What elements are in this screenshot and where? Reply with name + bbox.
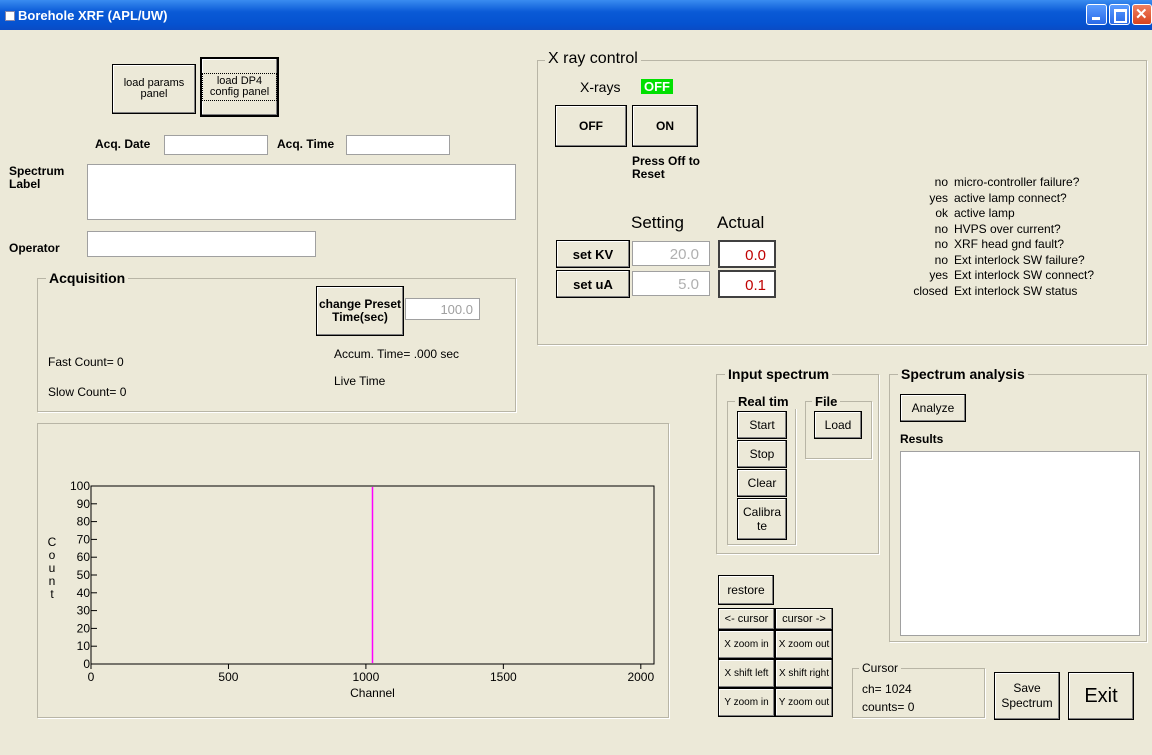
y-tick-label: 100 (70, 479, 90, 493)
spectrum-analysis-title: Spectrum analysis (898, 366, 1028, 382)
input-spectrum-title: Input spectrum (725, 366, 833, 382)
status-active-lamp: ok active lamp (935, 206, 1015, 220)
actual-header: Actual (717, 213, 765, 232)
set-kv-button[interactable]: set KV (556, 240, 630, 268)
acquisition-title: Acquisition (46, 270, 129, 286)
y-tick-label: 40 (77, 586, 91, 600)
ua-actual-value: 0.1 (718, 270, 776, 298)
operator-label: Operator (9, 241, 60, 255)
cursor-right-button[interactable]: cursor -> (775, 608, 833, 630)
acq-time-field[interactable] (346, 135, 450, 155)
status-micro-controller: no micro-controller failure? (934, 175, 1080, 189)
status-ext-interlock-status: closed Ext interlock SW status (913, 283, 1078, 298)
minimize-icon (1092, 17, 1100, 20)
y-tick-label: 10 (77, 639, 91, 653)
x-tick-label: 500 (218, 670, 238, 684)
cursor-left-button[interactable]: <- cursor (718, 608, 775, 630)
setting-header: Setting (631, 213, 684, 232)
spectrum-chart[interactable]: 0 500 1000 1500 2000 0 10 20 30 40 50 60 70 80 90 100 Ch… (37, 423, 669, 718)
acq-date-label: Acq. Date (95, 137, 151, 151)
live-time: Live Time (334, 374, 386, 388)
y-tick-label: 60 (77, 550, 91, 564)
xray-status-list: no micro-controller failure? yes active la… (868, 175, 1130, 299)
y-zoom-in-button[interactable]: Y zoom in (718, 688, 775, 717)
calibrate-button[interactable]: Calibra te (737, 498, 787, 540)
accum-time: Accum. Time= .000 sec (334, 347, 460, 361)
y-zoom-out-button[interactable]: Y zoom out (775, 688, 833, 717)
analyze-button[interactable]: Analyze (900, 394, 966, 422)
y-tick-label: 30 (77, 604, 91, 618)
y-tick-label: 70 (77, 532, 91, 546)
xrays-status-indicator: OFF (641, 79, 673, 94)
x-zoom-out-button[interactable]: X zoom out (775, 630, 833, 659)
y-axis-label-char: n (49, 574, 56, 588)
status-ext-interlock-failure: no Ext interlock SW failure? (934, 252, 1085, 267)
x-zoom-in-button[interactable]: X zoom in (718, 630, 775, 659)
x-tick-label: 1000 (353, 670, 380, 684)
x-tick-label: 0 (88, 670, 95, 684)
close-button[interactable]: ✕ (1132, 4, 1152, 25)
set-ua-button[interactable]: set uA (556, 270, 630, 298)
xray-on-button[interactable]: ON (632, 105, 698, 147)
status-xrf-head-gnd: no XRF head gnd fault? (934, 237, 1065, 251)
y-tick-label: 20 (77, 621, 91, 635)
press-off-reset-note: Press Off to Reset (632, 154, 701, 181)
start-button[interactable]: Start (737, 411, 787, 439)
save-spectrum-button[interactable]: Save Spectrum (994, 672, 1060, 720)
y-axis-label-char: u (49, 561, 56, 575)
preset-time-field[interactable]: 100.0 (405, 298, 480, 320)
x-shift-left-button[interactable]: X shift left (718, 659, 775, 688)
realtime-title: Real tim (735, 394, 799, 409)
y-tick-label: 90 (77, 497, 91, 511)
x-shift-right-button[interactable]: X shift right (775, 659, 833, 688)
maximize-icon (1114, 9, 1127, 23)
cursor-counts: counts= 0 (862, 700, 915, 714)
load-params-button[interactable]: load params panel (112, 64, 196, 114)
xrays-label: X-rays (580, 79, 621, 95)
status-ext-interlock-connect: yes Ext interlock SW connect? (929, 268, 1095, 282)
load-dp4-config-button[interactable]: load DP4 config panel (200, 57, 279, 117)
status-hvps-overcurrent: no HVPS over current? (934, 221, 1061, 236)
change-preset-button[interactable]: change Preset Time(sec) (316, 286, 404, 336)
ua-setting-field[interactable]: 5.0 (632, 271, 710, 296)
spectrum-label-label: Spectrum Label (9, 164, 65, 191)
title-bar[interactable] (0, 0, 1152, 30)
kv-actual-value: 0.0 (718, 240, 776, 268)
file-title: File (812, 394, 841, 409)
xray-off-button[interactable]: OFF (555, 105, 627, 147)
maximize-button[interactable] (1109, 4, 1130, 25)
y-axis-label-char: C (48, 535, 57, 549)
load-button[interactable]: Load (814, 411, 862, 439)
y-tick-label: 50 (77, 568, 91, 582)
clear-button[interactable]: Clear (737, 469, 787, 497)
results-label: Results (900, 432, 944, 446)
acq-time-label: Acq. Time (277, 137, 335, 151)
y-tick-label: 0 (83, 657, 90, 671)
load-dp4-label: load DP4 config panel (202, 73, 277, 101)
stop-button[interactable]: Stop (737, 440, 787, 468)
kv-setting-field[interactable]: 20.0 (632, 241, 710, 266)
status-active-lamp-connect: yes active lamp connect? (929, 190, 1067, 205)
cursor-title: Cursor (859, 661, 902, 675)
close-icon: ✕ (1135, 6, 1148, 23)
restore-button[interactable]: restore (718, 575, 774, 605)
app-icon (5, 11, 15, 21)
exit-button[interactable]: Exit (1068, 672, 1134, 720)
window-title: Borehole XRF (APL/UW) (18, 8, 168, 23)
acq-date-field[interactable] (164, 135, 268, 155)
minimize-button[interactable] (1086, 4, 1107, 25)
y-axis-label-char: o (49, 548, 56, 562)
y-axis-label-char: t (50, 587, 54, 601)
spectrum-label-field[interactable] (87, 164, 516, 220)
x-tick-label: 2000 (627, 670, 654, 684)
results-field[interactable] (900, 451, 1140, 636)
y-tick-label: 80 (77, 515, 91, 529)
cursor-channel: ch= 1024 (862, 682, 912, 696)
slow-count: Slow Count= 0 (48, 385, 127, 399)
operator-field[interactable] (87, 231, 316, 257)
x-axis-label: Channel (350, 686, 395, 700)
fast-count: Fast Count= 0 (48, 355, 124, 369)
x-tick-label: 1500 (490, 670, 517, 684)
xray-control-title: X ray control (545, 50, 641, 68)
